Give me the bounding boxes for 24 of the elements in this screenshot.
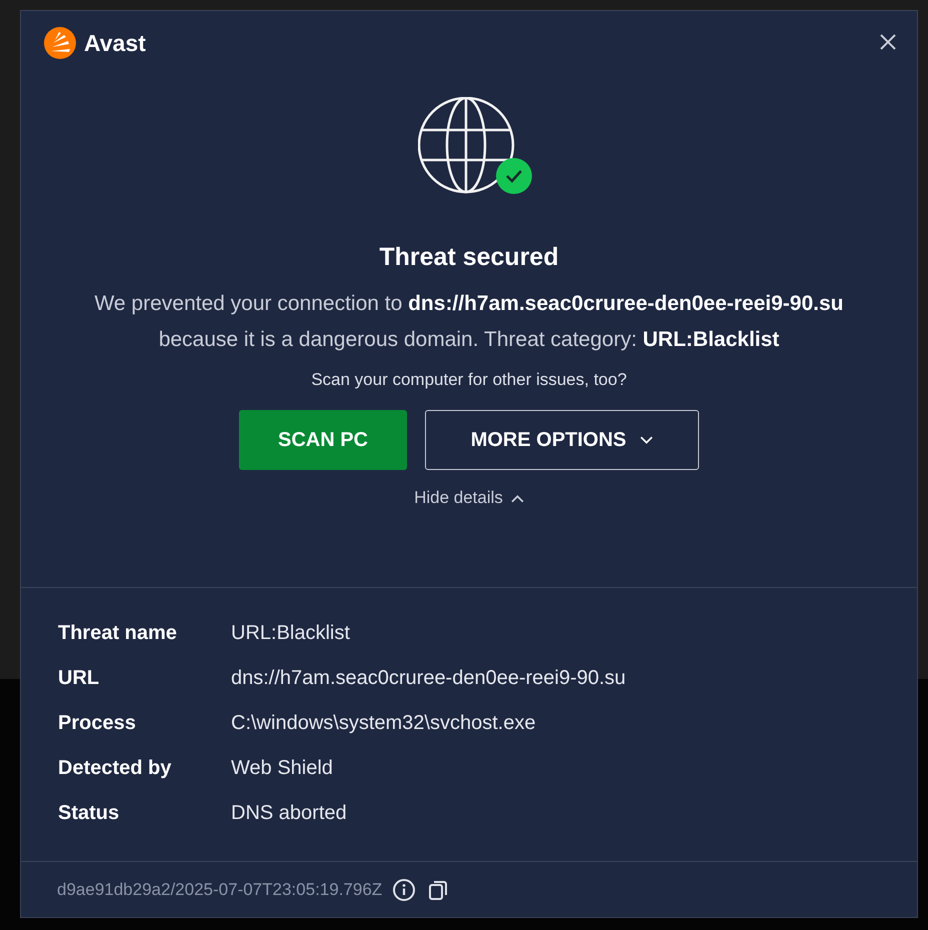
detail-value: Web Shield	[231, 756, 334, 780]
detail-value: URL:Blacklist	[231, 621, 351, 645]
logo-icon	[44, 27, 76, 59]
detail-label: Detected by	[58, 756, 172, 780]
detail-label: Process	[58, 711, 137, 735]
event-id: d9ae91db29a2/2025-07-07T23:05:19.796Z	[57, 880, 382, 900]
scan-button[interactable]: SCAN PC	[239, 410, 407, 470]
check-badge-icon	[496, 158, 532, 194]
info-icon[interactable]	[392, 878, 416, 902]
headline: Threat secured	[379, 243, 559, 272]
detail-label: URL	[58, 666, 100, 690]
options-button[interactable]: MORE OPTIONS	[425, 410, 699, 470]
detail-value: dns://h7am.seac0cruree-den0ee-reei9-90.su	[231, 666, 627, 690]
prompt-text: Scan your computer for other issues, too?	[311, 370, 627, 390]
message-text: We prevented your connection to dns://h7am.seac0cruree-den0ee-reei9-90.su because it is a dangerous domain. Threat category: URL:Blacklist	[93, 291, 845, 353]
brand-name: Avast	[84, 30, 146, 56]
detail-value: DNS aborted	[231, 801, 348, 825]
caret-icon	[640, 436, 654, 444]
detail-label: Threat name	[58, 621, 178, 645]
caret-icon	[510, 494, 524, 502]
detail-label: Status	[58, 801, 120, 825]
detail-value: C:\windows\system32\svchost.exe	[231, 711, 537, 735]
details-toggle[interactable]: Hide details	[410, 484, 528, 512]
close-icon[interactable]	[879, 33, 897, 51]
